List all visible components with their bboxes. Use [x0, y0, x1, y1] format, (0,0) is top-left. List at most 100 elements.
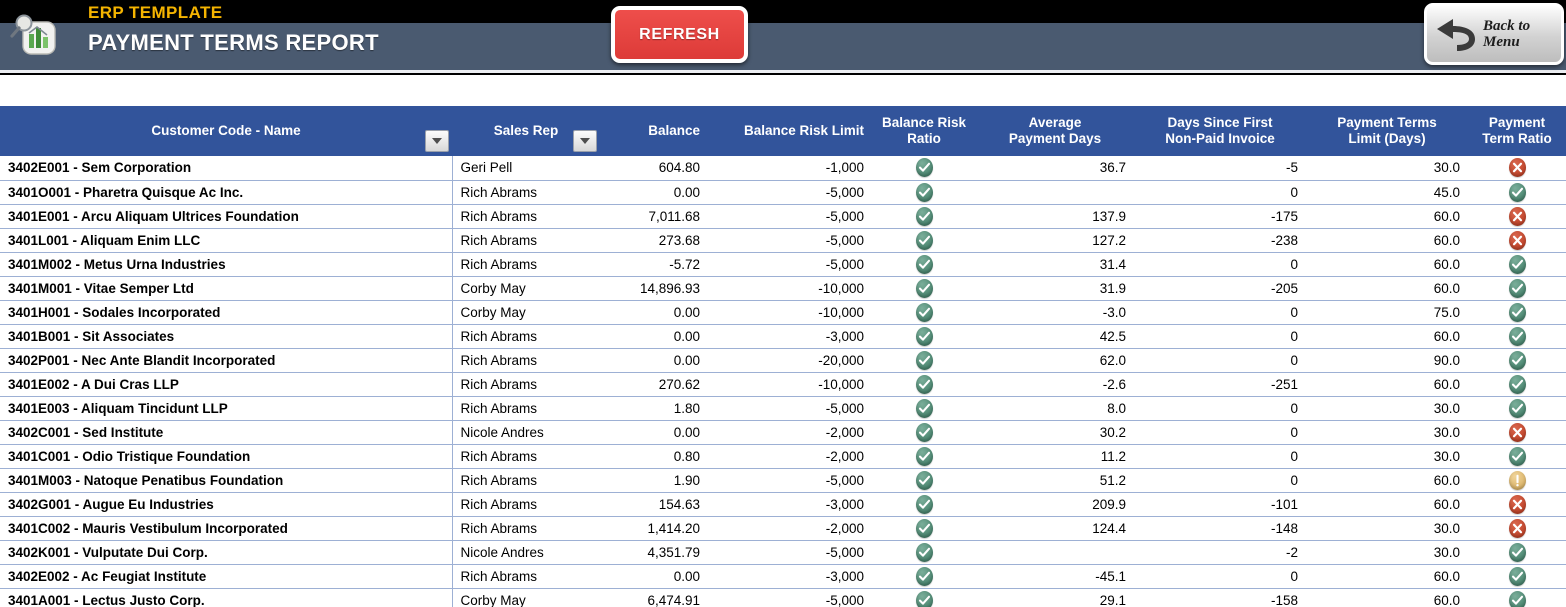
- table-row[interactable]: 3402E002 - Ac Feugiat Institute Rich Abra…: [0, 564, 1566, 589]
- cell-payment-term-ratio: [1468, 516, 1566, 541]
- refresh-button[interactable]: REFRESH: [611, 6, 748, 63]
- cell-payment-term-ratio: [1468, 252, 1566, 277]
- cell-balance-risk-limit: -1,000: [708, 156, 872, 181]
- table-row[interactable]: 3402E001 - Sem Corporation Geri Pell 604.8…: [0, 156, 1566, 181]
- cell-customer: 3402E001 - Sem Corporation: [0, 156, 453, 181]
- table-row[interactable]: 3401M001 - Vitae Semper Ltd Corby May 14,8…: [0, 276, 1566, 301]
- cell-customer: 3401M003 - Natoque Penatibus Foundation: [0, 468, 453, 493]
- cell-balance-risk-limit: -20,000: [708, 348, 872, 373]
- cell-average-payment-days: [976, 180, 1134, 205]
- column-header-average-payment-days: Average Payment Days: [976, 106, 1134, 156]
- table-row[interactable]: 3401M003 - Natoque Penatibus Foundation R…: [0, 468, 1566, 493]
- table-row[interactable]: 3401H001 - Sodales Incorporated Corby May…: [0, 300, 1566, 325]
- cell-days-since-first-non-paid-invoice: 0: [1134, 324, 1306, 349]
- table-row[interactable]: 3401L001 - Aliquam Enim LLC Rich Abrams 27…: [0, 228, 1566, 253]
- cell-average-payment-days: 29.1: [976, 588, 1134, 607]
- back-label-line2: Menu: [1483, 34, 1520, 50]
- cell-balance-risk-limit: -10,000: [708, 372, 872, 397]
- cell-days-since-first-non-paid-invoice: -2: [1134, 540, 1306, 565]
- status-warning-exclamation-icon: [1508, 470, 1526, 490]
- cell-balance: 1.90: [600, 468, 708, 493]
- column-header-days-since-line2: Non-Paid Invoice: [1165, 131, 1275, 146]
- column-header-days-since-line1: Days Since First: [1167, 115, 1273, 131]
- table-row[interactable]: 3401B001 - Sit Associates Rich Abrams 0.00…: [0, 324, 1566, 349]
- table-row[interactable]: 3401E002 - A Dui Cras LLP Rich Abrams 270.…: [0, 372, 1566, 397]
- status-ok-check-icon: [915, 590, 933, 607]
- cell-average-payment-days: 31.4: [976, 252, 1134, 277]
- column-header-payment-term-ratio-line2: Term Ratio: [1482, 131, 1552, 146]
- table-row[interactable]: 3402P001 - Nec Ante Blandit Incorporated…: [0, 348, 1566, 373]
- cell-days-since-first-non-paid-invoice: 0: [1134, 444, 1306, 469]
- cell-payment-terms-limit: 60.0: [1306, 492, 1468, 517]
- cell-customer: 3401M002 - Metus Urna Industries: [0, 252, 453, 277]
- status-ok-check-icon: [1508, 302, 1526, 322]
- cell-balance: 1,414.20: [600, 516, 708, 541]
- chart-magnifier-icon: [10, 14, 56, 55]
- cell-customer: 3402C001 - Sed Institute: [0, 420, 453, 445]
- table-row[interactable]: 3401M002 - Metus Urna Industries Rich Abr…: [0, 252, 1566, 277]
- cell-days-since-first-non-paid-invoice: 0: [1134, 468, 1306, 493]
- table-row[interactable]: 3401C002 - Mauris Vestibulum Incorporate…: [0, 516, 1566, 541]
- cell-days-since-first-non-paid-invoice: -205: [1134, 276, 1306, 301]
- cell-customer: 3401L001 - Aliquam Enim LLC: [0, 228, 453, 253]
- cell-customer: 3401A001 - Lectus Justo Corp.: [0, 588, 453, 607]
- cell-balance-risk-limit: -5,000: [708, 396, 872, 421]
- status-error-cross-icon: [1508, 518, 1526, 538]
- cell-customer: 3401O001 - Pharetra Quisque Ac Inc.: [0, 180, 453, 205]
- cell-customer: 3401H001 - Sodales Incorporated: [0, 300, 453, 325]
- cell-customer: 3401C002 - Mauris Vestibulum Incorporate…: [0, 516, 453, 541]
- cell-balance-risk-ratio: [872, 300, 976, 325]
- back-label-line1: Back to: [1483, 17, 1531, 34]
- filter-button-customer[interactable]: [425, 130, 449, 152]
- cell-balance-risk-ratio: [872, 348, 976, 373]
- cell-balance-risk-ratio: [872, 516, 976, 541]
- cell-sales-rep: Rich Abrams: [452, 348, 600, 373]
- table-row[interactable]: 3402G001 - Augue Eu Industries Rich Abram…: [0, 492, 1566, 517]
- cell-balance: 6,474.91: [600, 588, 708, 607]
- cell-balance-risk-limit: -3,000: [708, 324, 872, 349]
- cell-balance: 14,896.93: [600, 276, 708, 301]
- cell-average-payment-days: 137.9: [976, 204, 1134, 229]
- cell-average-payment-days: -2.6: [976, 372, 1134, 397]
- cell-balance-risk-limit: -2,000: [708, 516, 872, 541]
- table-row[interactable]: 3401E003 - Aliquam Tincidunt LLP Rich Abr…: [0, 396, 1566, 421]
- cell-payment-term-ratio: [1468, 444, 1566, 469]
- back-arrow-icon: [1437, 19, 1475, 51]
- cell-payment-term-ratio: [1468, 300, 1566, 325]
- cell-sales-rep: Rich Abrams: [452, 204, 600, 229]
- cell-balance-risk-limit: -5,000: [708, 228, 872, 253]
- status-error-cross-icon: [1508, 230, 1526, 250]
- cell-payment-term-ratio: [1468, 540, 1566, 565]
- cell-days-since-first-non-paid-invoice: -251: [1134, 372, 1306, 397]
- brand-tag: ERP TEMPLATE: [88, 3, 223, 22]
- column-header-sales-rep[interactable]: Sales Rep: [452, 106, 600, 156]
- cell-balance: 0.00: [600, 348, 708, 373]
- table-row[interactable]: 3401A001 - Lectus Justo Corp. Corby May 6,…: [0, 588, 1566, 607]
- status-ok-check-icon: [915, 566, 933, 586]
- cell-payment-term-ratio: [1468, 348, 1566, 373]
- cell-balance: 0.00: [600, 564, 708, 589]
- status-error-cross-icon: [1508, 422, 1526, 442]
- status-ok-check-icon: [1508, 566, 1526, 586]
- cell-payment-terms-limit: 60.0: [1306, 372, 1468, 397]
- status-ok-check-icon: [915, 182, 933, 202]
- column-header-sales-rep-label: Sales Rep: [493, 123, 559, 139]
- column-header-customer[interactable]: Customer Code - Name: [0, 106, 452, 156]
- cell-average-payment-days: 42.5: [976, 324, 1134, 349]
- table-row[interactable]: 3401O001 - Pharetra Quisque Ac Inc. Rich …: [0, 180, 1566, 205]
- cell-balance: 0.00: [600, 300, 708, 325]
- chevron-down-icon: [580, 138, 590, 144]
- cell-payment-terms-limit: 30.0: [1306, 420, 1468, 445]
- table-row[interactable]: 3401E001 - Arcu Aliquam Ultrices Foundat…: [0, 204, 1566, 229]
- back-to-menu-button[interactable]: Back to Menu: [1424, 3, 1564, 65]
- cell-sales-rep: Rich Abrams: [452, 396, 600, 421]
- filter-button-sales-rep[interactable]: [573, 130, 597, 152]
- cell-average-payment-days: [976, 540, 1134, 565]
- cell-payment-term-ratio: [1468, 372, 1566, 397]
- table-row[interactable]: 3401C001 - Odio Tristique Foundation Rich…: [0, 444, 1566, 469]
- table-row[interactable]: 3402K001 - Vulputate Dui Corp. Nicole And…: [0, 540, 1566, 565]
- cell-sales-rep: Nicole Andres: [452, 540, 600, 565]
- table-row[interactable]: 3402C001 - Sed Institute Nicole Andres 0.0…: [0, 420, 1566, 445]
- cell-payment-term-ratio: [1468, 228, 1566, 253]
- cell-sales-rep: Rich Abrams: [452, 324, 600, 349]
